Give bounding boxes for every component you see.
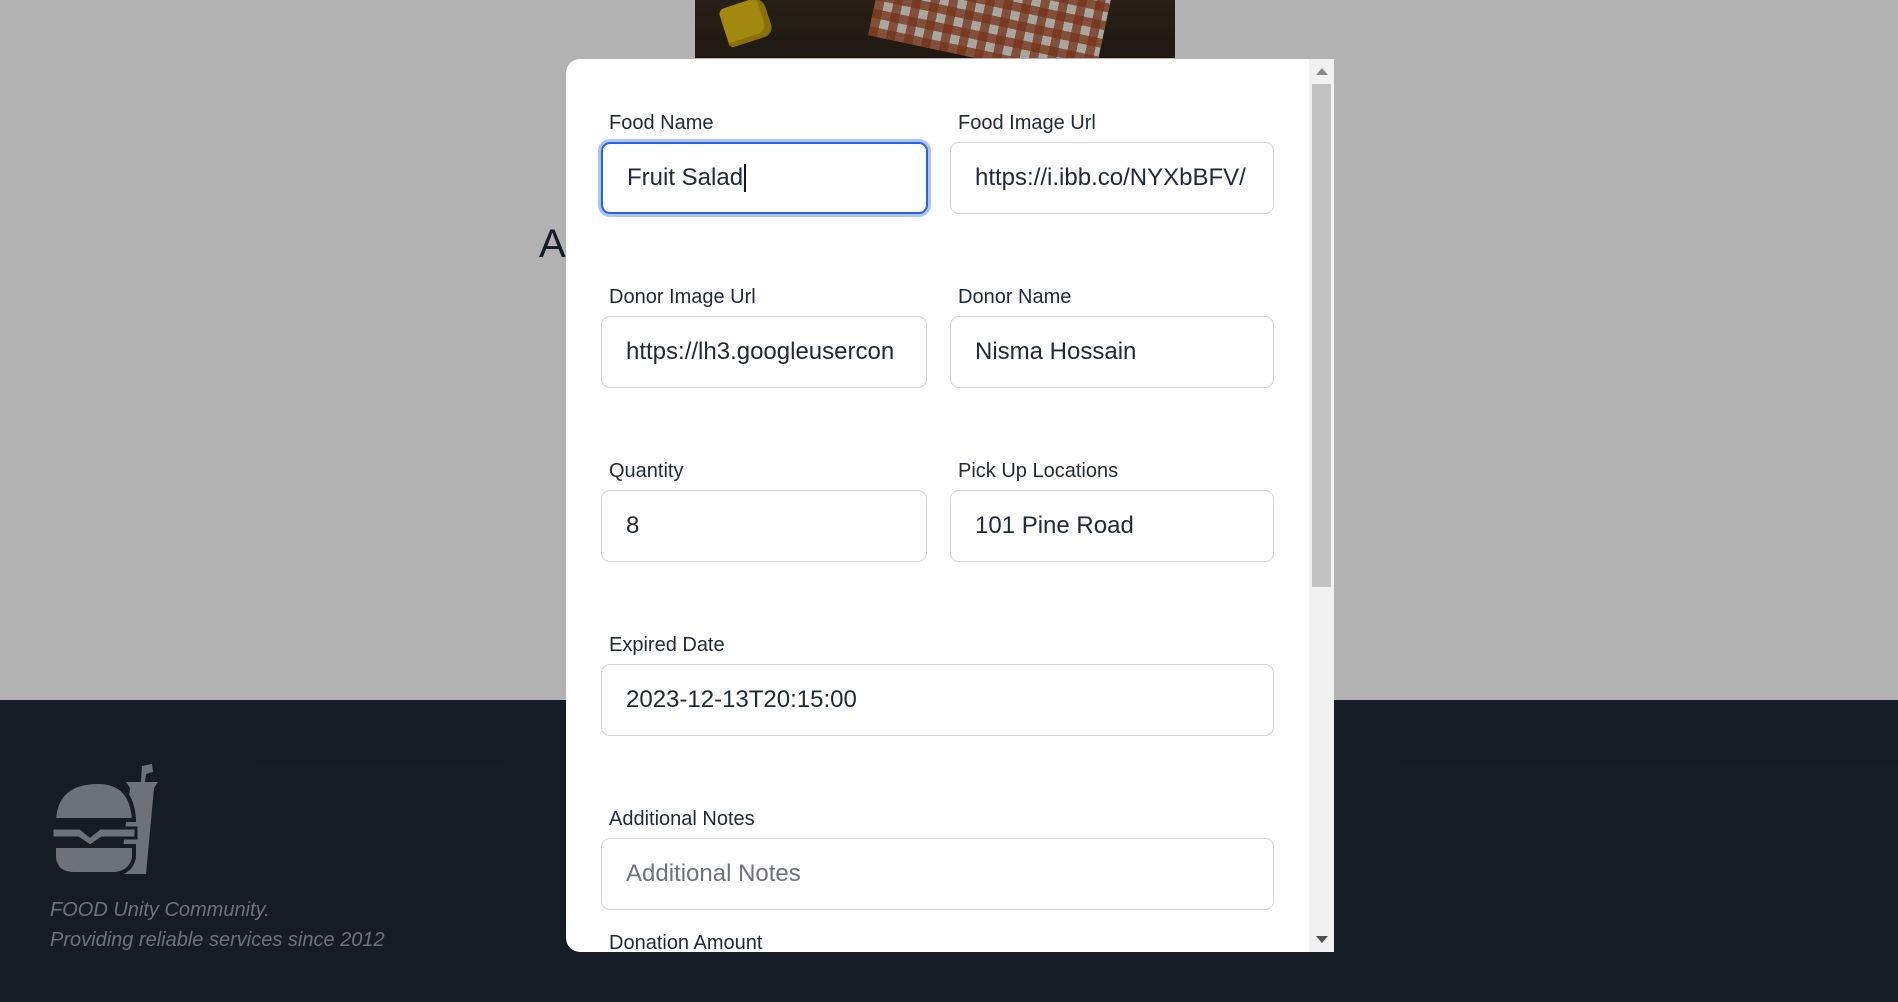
modal-scrollbar[interactable] [1309, 59, 1334, 952]
food-image-url-field: Food Image Url https://i.ibb.co/NYXbBFV/ [950, 112, 1274, 214]
food-name-field: Food Name Fruit Salad [601, 112, 928, 214]
donor-name-input[interactable]: Nisma Hossain [950, 316, 1274, 388]
additional-notes-field: Additional Notes Additional Notes [601, 808, 1274, 910]
donor-image-url-input[interactable]: https://lh3.googleusercon [601, 316, 927, 388]
add-food-modal: Food Name Fruit Salad Food Image Url htt… [566, 59, 1334, 952]
food-name-input[interactable]: Fruit Salad [601, 142, 928, 214]
modal-form: Food Name Fruit Salad Food Image Url htt… [566, 59, 1309, 952]
donor-image-url-field: Donor Image Url https://lh3.googleuserco… [601, 286, 927, 388]
quantity-field: Quantity 8 [601, 460, 927, 562]
food-name-label: Food Name [609, 112, 714, 134]
quantity-input[interactable]: 8 [601, 490, 927, 562]
text-caret [744, 164, 747, 192]
expired-date-label: Expired Date [609, 634, 725, 656]
triangle-up-icon[interactable] [1316, 68, 1328, 75]
donation-amount-field: Donation Amount [601, 932, 1274, 952]
donor-image-url-label: Donor Image Url [609, 286, 756, 308]
food-image-url-label: Food Image Url [958, 112, 1096, 134]
quantity-label: Quantity [609, 460, 684, 482]
expired-date-input[interactable]: 2023-12-13T20:15:00 [601, 664, 1274, 736]
donation-amount-label: Donation Amount [609, 932, 763, 952]
pickup-location-field: Pick Up Locations 101 Pine Road [950, 460, 1274, 562]
additional-notes-input[interactable]: Additional Notes [601, 838, 1274, 910]
additional-notes-label: Additional Notes [609, 808, 755, 830]
donor-name-label: Donor Name [958, 286, 1072, 308]
food-name-value: Fruit Salad [627, 164, 744, 191]
expired-date-field: Expired Date 2023-12-13T20:15:00 [601, 634, 1274, 736]
triangle-down-icon[interactable] [1316, 936, 1328, 943]
food-image-url-input[interactable]: https://i.ibb.co/NYXbBFV/ [950, 142, 1274, 214]
pickup-location-label: Pick Up Locations [958, 460, 1119, 482]
donor-name-field: Donor Name Nisma Hossain [950, 286, 1274, 388]
scrollbar-thumb[interactable] [1312, 84, 1331, 587]
pickup-location-input[interactable]: 101 Pine Road [950, 490, 1274, 562]
